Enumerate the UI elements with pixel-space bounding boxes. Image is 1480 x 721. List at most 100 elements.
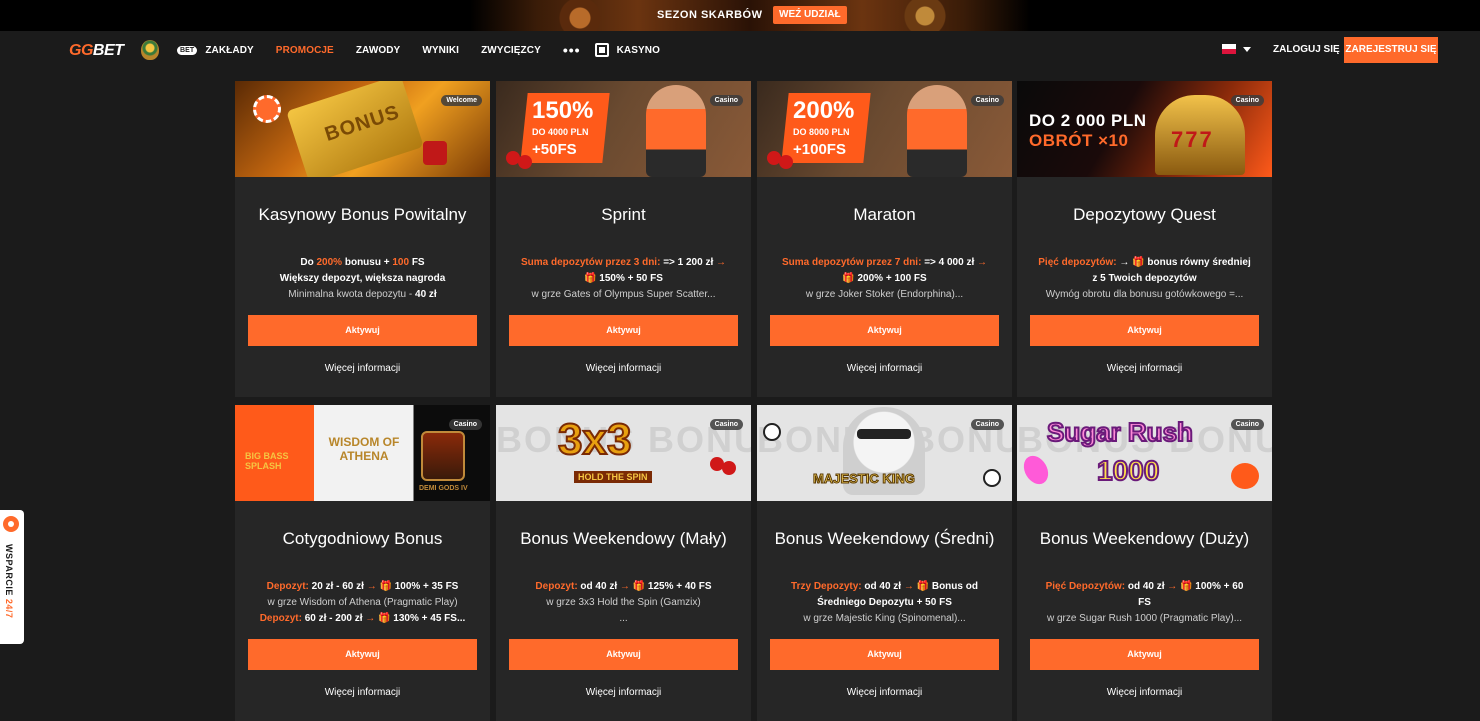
promo-title: Cotygodniowy Bonus: [282, 529, 443, 548]
image-text: WISDOM OF ATHENA: [328, 435, 400, 463]
support-label: WSPARCIE 24/7: [4, 544, 14, 619]
promo-card-image[interactable]: BONUS Welcome: [235, 81, 490, 177]
promo-title: Bonus Weekendowy (Mały): [520, 529, 727, 548]
more-info-link[interactable]: Więcej informacji: [496, 363, 751, 374]
promo-title: Depozytowy Quest: [1073, 205, 1216, 224]
image-text: +50FS: [532, 141, 577, 158]
promo-banner[interactable]: SEZON SKARBÓW WEŹ UDZIAŁ: [0, 0, 1480, 31]
image-text: BONUS: [322, 101, 403, 146]
category-tag: Casino: [970, 95, 1004, 106]
promo-description: Suma depozytów przez 3 dni: => 1 200 zł …: [520, 257, 727, 300]
promo-card: DO 2 000 PLN OBRÓT ×10 777 Casino Depozy…: [1017, 81, 1272, 397]
game-art: [421, 431, 465, 481]
image-text: Sugar Rush: [1046, 416, 1194, 448]
promo-description: Trzy Depozyty: od 40 zł → 🎁 Bonus od Śre…: [791, 581, 978, 624]
cherry-icon: [710, 457, 724, 471]
login-button[interactable]: ZALOGUJ SIĘ: [1273, 44, 1340, 55]
promo-card: 200% DO 8000 PLN +100FS Casino Maraton S…: [757, 81, 1012, 397]
slot-machine-art: 777: [1155, 95, 1245, 175]
runner-character: [646, 85, 706, 177]
chevron-down-icon[interactable]: [1243, 47, 1251, 52]
activate-button[interactable]: Aktywuj: [509, 639, 738, 670]
more-info-link[interactable]: Więcej informacji: [1017, 363, 1272, 374]
main-nav: BET ZAKŁADY PROMOCJE ZAWODY WYNIKI ZWYCI…: [177, 31, 682, 69]
more-info-link[interactable]: Więcej informacji: [235, 363, 490, 374]
more-info-link[interactable]: Więcej informacji: [235, 687, 490, 698]
promo-card-image[interactable]: BONUS BONUS Sugar Rush 1000 Casino: [1017, 405, 1272, 501]
promo-title: Bonus Weekendowy (Duży): [1039, 529, 1250, 548]
promo-card-image[interactable]: 200% DO 8000 PLN +100FS Casino: [757, 81, 1012, 177]
logo-emblem-icon: [141, 40, 159, 60]
dice-icon: [423, 141, 447, 165]
activate-button[interactable]: Aktywuj: [509, 315, 738, 346]
nav-item-zwyciezcy[interactable]: ZWYCIĘZCY: [481, 45, 541, 56]
promo-card: BIG BASS SPLASH WISDOM OF ATHENA DEMI GO…: [235, 405, 490, 721]
nav-item-wyniki[interactable]: WYNIKI: [422, 45, 459, 56]
image-text: HOLD THE SPIN: [574, 471, 652, 483]
promo-card: BONUS Welcome Kasynowy Bonus Powitalny D…: [235, 81, 490, 397]
activate-button[interactable]: Aktywuj: [1030, 315, 1259, 346]
more-info-link[interactable]: Więcej informacji: [757, 363, 1012, 374]
promo-card-image[interactable]: 150% DO 4000 PLN +50FS Casino: [496, 81, 751, 177]
category-tag: Casino: [1230, 95, 1264, 106]
activate-button[interactable]: Aktywuj: [1030, 639, 1259, 670]
promo-title: Kasynowy Bonus Powitalny: [258, 205, 467, 224]
promo-description: Suma depozytów przez 7 dni: => 4 000 zł …: [781, 257, 988, 300]
runner-character: [907, 85, 967, 177]
category-tag: Casino: [709, 419, 743, 430]
activate-button[interactable]: Aktywuj: [248, 315, 477, 346]
promo-banner-cta-button[interactable]: WEŹ UDZIAŁ: [773, 6, 847, 24]
image-text: 3x3: [557, 414, 632, 465]
promo-title: Bonus Weekendowy (Średni): [774, 529, 995, 548]
promo-character-right: [880, 0, 970, 31]
activate-button[interactable]: Aktywuj: [770, 639, 999, 670]
promo-card: BONUS BONUS Sugar Rush 1000 Casino Bonus…: [1017, 405, 1272, 721]
image-text: DO 4000 PLN: [532, 127, 589, 137]
soccer-ball-icon: [763, 423, 781, 441]
image-text: DO 8000 PLN: [793, 127, 850, 137]
promo-banner-title: SEZON SKARBÓW: [657, 9, 763, 21]
ggbet-logo[interactable]: GGBET: [69, 42, 124, 60]
more-info-link[interactable]: Więcej informacji: [1017, 687, 1272, 698]
language-flag-icon[interactable]: [1222, 44, 1236, 54]
image-text: 200%: [793, 97, 855, 124]
image-text: 150%: [532, 97, 594, 124]
logo-gg: GG: [69, 42, 93, 59]
support-tab[interactable]: WSPARCIE 24/7: [0, 510, 24, 644]
casino-chip-icon: [253, 95, 281, 123]
nav-item-zawody[interactable]: ZAWODY: [356, 45, 401, 56]
nav-item-promocje[interactable]: PROMOCJE: [276, 45, 334, 56]
activate-button[interactable]: Aktywuj: [248, 639, 477, 670]
promo-card-image[interactable]: BONUS BONUS MAJESTIC KING Casino: [757, 405, 1012, 501]
image-text: 1000: [1096, 454, 1160, 487]
more-info-link[interactable]: Więcej informacji: [496, 687, 751, 698]
more-menu-icon[interactable]: •••: [563, 42, 581, 58]
promo-description: Depozyt: 20 zł - 60 zł → 🎁 100% + 35 FS …: [259, 581, 466, 624]
promo-card-image[interactable]: BONUS BONUS 3x3 HOLD THE SPIN Casino: [496, 405, 751, 501]
category-tag: Casino: [1230, 419, 1264, 430]
promo-description: Depozyt: od 40 zł → 🎁 125% + 40 FS w grz…: [535, 581, 712, 624]
nav-label: ZAKŁADY: [205, 44, 254, 56]
nav-item-zaklady[interactable]: BET ZAKŁADY: [177, 45, 254, 56]
image-text: DO 2 000 PLN: [1029, 111, 1147, 130]
nav-item-kasyno[interactable]: KASYNO: [594, 43, 660, 57]
activate-button[interactable]: Aktywuj: [770, 315, 999, 346]
promo-card: BONUS BONUS MAJESTIC KING Casino Bonus W…: [757, 405, 1012, 721]
image-text: +100FS: [793, 141, 846, 158]
promo-card-image[interactable]: DO 2 000 PLN OBRÓT ×10 777 Casino: [1017, 81, 1272, 177]
support-chat-icon: [3, 516, 19, 532]
nav-label: KASYNO: [616, 44, 660, 56]
cherry-icon: [767, 151, 781, 165]
category-tag: Casino: [709, 95, 743, 106]
bonus-ticket-art: BONUS: [286, 81, 424, 177]
candy-heart-icon: [1231, 463, 1259, 489]
bet-badge-icon: BET: [177, 45, 198, 55]
register-button[interactable]: ZAREJESTRUJ SIĘ: [1344, 37, 1438, 63]
promo-card-image[interactable]: BIG BASS SPLASH WISDOM OF ATHENA DEMI GO…: [235, 405, 490, 501]
sunglasses-art: [857, 429, 911, 439]
logo-bet: BET: [92, 42, 124, 59]
promo-description: Do 200% bonusu + 100 FS Większy depozyt,…: [279, 257, 446, 300]
top-header: GGBET BET ZAKŁADY PROMOCJE ZAWODY WYNIKI…: [0, 31, 1480, 69]
image-text: MAJESTIC KING: [813, 471, 916, 487]
more-info-link[interactable]: Więcej informacji: [757, 687, 1012, 698]
